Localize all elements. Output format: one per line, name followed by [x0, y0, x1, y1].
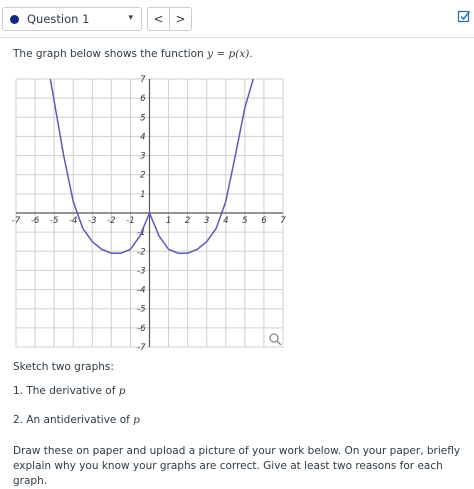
function-curve-p [49, 79, 255, 254]
x-tick-label: -3 [88, 216, 96, 226]
checkbox-check-icon[interactable] [457, 9, 471, 23]
x-tick-label: 5 [242, 216, 247, 226]
x-tick-label: -6 [31, 216, 40, 226]
x-tick-label: -2 [107, 216, 115, 226]
magnifier-icon[interactable] [268, 332, 282, 346]
x-tick-label: 2 [185, 216, 190, 226]
y-tick-label: 2 [140, 171, 145, 181]
graph-svg: -7 -6 -5 -4 -3 -2 -1 1 2 3 4 5 6 7-7-6-5-4-3-2-112345… [12, 75, 287, 353]
item2-math: p [133, 414, 140, 426]
y-tick-label: 4 [140, 132, 145, 142]
task-item-antiderivative: 2. An antiderivative of p [13, 414, 140, 426]
function-graph: -7 -6 -5 -4 -3 -2 -1 1 2 3 4 5 6 7 -7 -6 -5 -4 -3 -2 -1 1 2 3 4 5… [8, 73, 291, 353]
previous-question-button[interactable]: < [147, 7, 170, 31]
y-tick-label: -7 [137, 343, 146, 353]
question-intro: The graph below shows the function y = p… [13, 48, 253, 60]
x-tick-label: -4 [69, 216, 77, 226]
header-divider [0, 37, 474, 38]
y-tick-label: -6 [137, 324, 146, 334]
y-tick-label: -2 [137, 247, 145, 257]
sketch-prompt: Sketch two graphs: [13, 361, 114, 373]
x-tick-label: -1 [126, 216, 134, 226]
item2-text: 2. An antiderivative of [13, 414, 130, 426]
y-tick-label: 3 [140, 152, 145, 162]
y-tick-label: -3 [137, 266, 145, 276]
x-tick-label: 4 [223, 216, 228, 226]
upload-instructions: Draw these on paper and upload a picture… [13, 445, 461, 487]
x-tick-label: 1 [166, 216, 171, 226]
y-tick-label: 5 [140, 113, 145, 123]
intro-text: The graph below shows the function [13, 48, 204, 60]
chevron-down-icon: ▾ [128, 13, 133, 23]
question-selector-label: Question 1 [27, 12, 90, 26]
x-tick-label: 6 [261, 216, 267, 226]
y-tick-label: 7 [140, 75, 146, 85]
x-tick-label: -7 [12, 216, 21, 226]
question-status-dot [10, 15, 19, 24]
x-tick-label: 7 [280, 216, 286, 226]
question-selector[interactable]: Question 1 ▾ [2, 7, 142, 31]
y-tick-label: -5 [137, 305, 145, 315]
x-tick-label: -5 [50, 216, 58, 226]
intro-math: y = p(x). [207, 48, 253, 60]
item1-text: 1. The derivative of [13, 385, 116, 397]
y-tick-label: -4 [137, 286, 145, 296]
y-tick-label: 6 [140, 94, 146, 104]
y-tick-label: 1 [140, 190, 145, 200]
task-item-derivative: 1. The derivative of p [13, 385, 125, 397]
next-question-button[interactable]: > [169, 7, 192, 31]
x-tick-label: 3 [204, 216, 209, 226]
question-toolbar: Question 1 ▾ < > [0, 0, 474, 38]
item1-math: p [118, 385, 126, 397]
